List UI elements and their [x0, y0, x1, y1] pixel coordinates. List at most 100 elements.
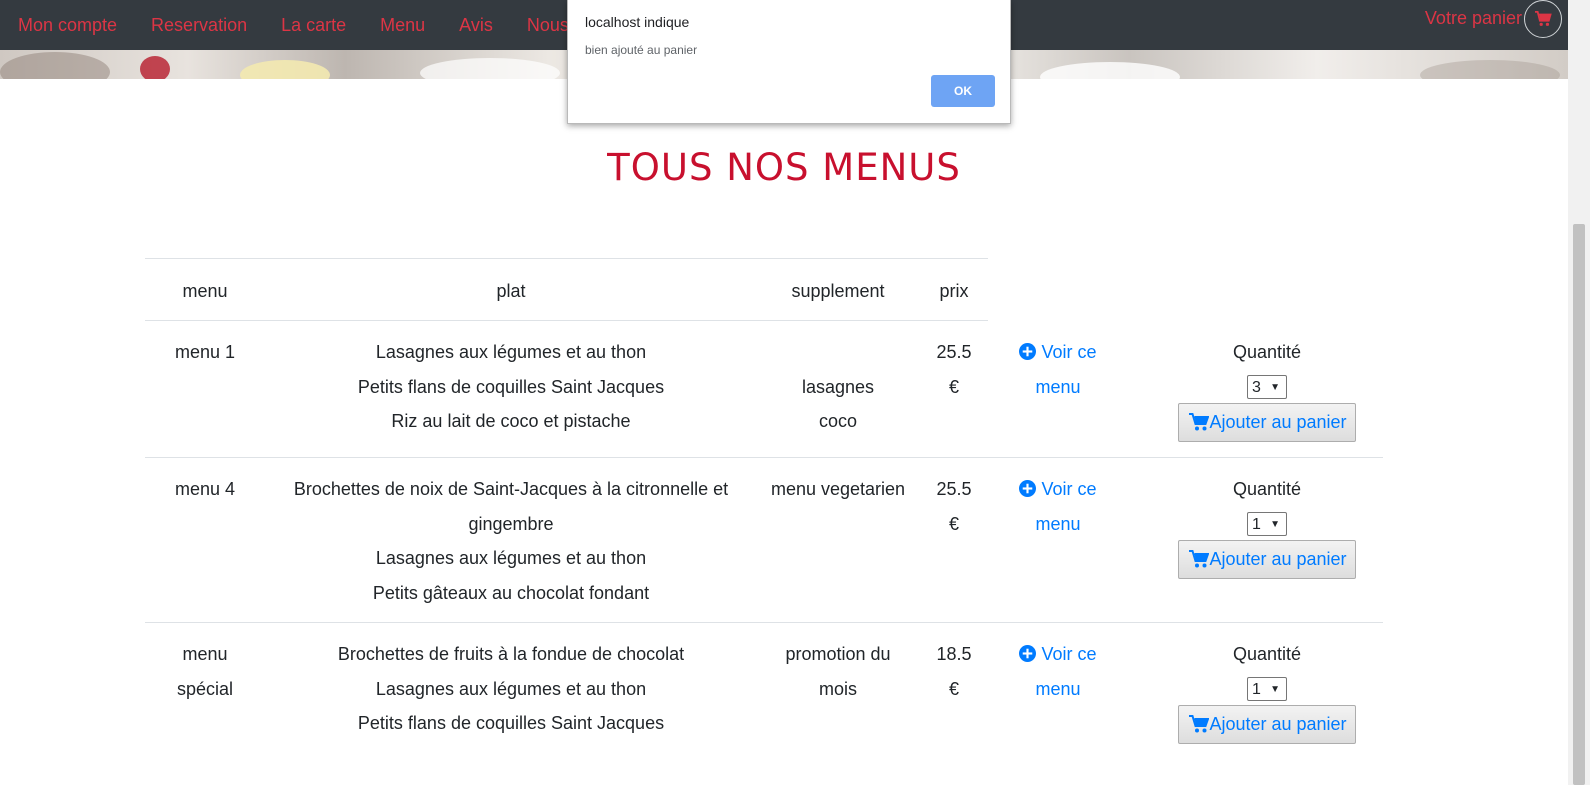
prix-currency: €: [948, 376, 959, 397]
row-quantity: Quantité 1 ▼ Ajouter au panier: [1127, 637, 1407, 745]
voir-label: Voir ce: [1041, 479, 1097, 499]
add-to-cart-button[interactable]: Ajouter au panier: [1178, 402, 1356, 442]
voir-menu-link[interactable]: Voir ce menu: [989, 637, 1127, 706]
row-supplement: lasagnes coco: [757, 335, 919, 439]
vertical-scrollbar[interactable]: [1568, 0, 1590, 785]
voir-line-1: Voir ce: [989, 637, 1127, 672]
cart-link[interactable]: Votre panier: [1425, 8, 1522, 29]
table-header: menu plat supplement prix: [145, 258, 988, 321]
nav-link-mon-compte[interactable]: Mon compte: [18, 15, 117, 36]
voir-label: Voir ce: [1041, 342, 1097, 362]
plat-item: gingembre: [468, 513, 554, 534]
dialog-message: bien ajouté au panier: [585, 43, 698, 57]
plus-circle-icon: [1019, 343, 1037, 360]
cart-button[interactable]: [1524, 0, 1562, 38]
add-to-cart-button[interactable]: Ajouter au panier: [1178, 539, 1356, 579]
quantity-value: 1: [1252, 680, 1261, 698]
plat-item: Riz au lait de coco et pistache: [391, 411, 631, 431]
dropdown-arrow-icon: ▼: [1270, 381, 1280, 393]
quantity-label: Quantité: [1232, 342, 1302, 362]
row-quantity: Quantité 3 ▼ Ajouter au panier: [1127, 335, 1407, 443]
nav-links: Mon compte Reservation La carte Menu Avi…: [0, 0, 583, 50]
supplement-line: [757, 335, 919, 370]
dialog-title: localhost indique: [585, 14, 690, 30]
quantity-label: Quantité: [1232, 479, 1302, 499]
row-plats: Brochettes de noix de Saint-Jacques à la…: [265, 472, 757, 610]
quantity-select[interactable]: 1 ▼: [1247, 676, 1287, 701]
supplement-line: lasagnes: [801, 376, 875, 397]
table-row: menu 1 Lasagnes aux légumes et au thon P…: [145, 321, 1383, 458]
row-quantity: Quantité 1 ▼ Ajouter au panier: [1127, 472, 1407, 580]
quantity-label: Quantité: [1232, 644, 1302, 664]
plat-item: Lasagnes aux légumes et au thon: [375, 548, 647, 568]
voir-label-2: menu: [1035, 513, 1081, 534]
header-menu: menu: [182, 281, 228, 301]
menu-name-line: menu 4: [174, 479, 236, 499]
quantity-select[interactable]: 3 ▼: [1247, 374, 1287, 399]
table-row: menu 4 Brochettes de noix de Saint-Jacqu…: [145, 458, 1383, 623]
supplement-line: mois: [818, 678, 857, 699]
alert-dialog: localhost indique bien ajouté au panier …: [567, 0, 1011, 124]
table-row: menu spécial Brochettes de fruits à la f…: [145, 623, 1383, 763]
cart-icon: [1189, 413, 1210, 431]
menu-name-line: menu 1: [174, 342, 236, 362]
scrollbar-thumb[interactable]: [1573, 224, 1585, 785]
voir-line-1: Voir ce: [989, 472, 1127, 507]
prix-currency: €: [948, 678, 959, 699]
plus-circle-icon: [1019, 645, 1037, 662]
row-prix: 25.5 €: [919, 335, 989, 404]
row-menu-name: menu 4: [145, 472, 265, 507]
quantity-value: 3: [1252, 378, 1261, 396]
plat-item: Brochettes de fruits à la fondue de choc…: [337, 644, 685, 664]
cart-icon: [1189, 715, 1210, 733]
nav-link-menu[interactable]: Menu: [380, 15, 425, 36]
plat-item: Brochettes de noix de Saint-Jacques à la…: [293, 479, 729, 499]
supplement-line: coco: [818, 411, 858, 431]
row-supplement: menu vegetarien: [757, 472, 919, 507]
row-plats: Brochettes de fruits à la fondue de choc…: [265, 637, 757, 741]
plat-item: Lasagnes aux légumes et au thon: [375, 342, 647, 362]
voir-line-1: Voir ce: [989, 335, 1127, 370]
cart-icon: [1189, 550, 1210, 568]
dropdown-arrow-icon: ▼: [1270, 683, 1280, 695]
quantity-select[interactable]: 1 ▼: [1247, 511, 1287, 536]
prix-value: 25.5: [936, 342, 972, 362]
voir-label: Voir ce: [1041, 644, 1097, 664]
add-to-cart-label: Ajouter au panier: [1209, 713, 1347, 734]
row-menu-name: menu spécial: [145, 637, 265, 706]
prix-value: 25.5: [936, 479, 972, 499]
header-supplement: supplement: [791, 281, 885, 301]
row-supplement: promotion du mois: [757, 637, 919, 706]
header-plat: plat: [496, 281, 526, 301]
row-menu-name: menu 1: [145, 335, 265, 370]
plat-item: Petits gâteaux au chocolat fondant: [372, 582, 650, 603]
plat-item: Petits flans de coquilles Saint Jacques: [357, 376, 665, 397]
row-prix: 18.5 €: [919, 637, 989, 706]
plat-item: Petits flans de coquilles Saint Jacques: [357, 713, 665, 733]
voir-menu-link[interactable]: Voir ce menu: [989, 472, 1127, 541]
plat-item: Lasagnes aux légumes et au thon: [375, 678, 647, 699]
supplement-line: promotion du: [785, 644, 891, 664]
voir-menu-link[interactable]: Voir ce menu: [989, 335, 1127, 404]
add-to-cart-button[interactable]: Ajouter au panier: [1178, 704, 1356, 744]
plus-circle-icon: [1019, 480, 1037, 497]
dropdown-arrow-icon: ▼: [1270, 518, 1280, 530]
voir-label-2: menu: [1035, 678, 1081, 699]
nav-link-reservation[interactable]: Reservation: [151, 15, 247, 36]
row-plats: Lasagnes aux légumes et au thon Petits f…: [265, 335, 757, 439]
add-to-cart-label: Ajouter au panier: [1209, 411, 1347, 432]
menus-table: menu plat supplement prix menu 1 Lasagne…: [145, 258, 1383, 763]
page-title: TOUS NOS MENUS: [607, 146, 961, 189]
nav-link-avis[interactable]: Avis: [459, 15, 493, 36]
nav-link-la-carte[interactable]: La carte: [281, 15, 346, 36]
header-prix: prix: [939, 281, 969, 301]
prix-currency: €: [948, 513, 959, 534]
add-to-cart-label: Ajouter au panier: [1209, 548, 1347, 569]
dialog-ok-button[interactable]: OK: [931, 75, 995, 107]
quantity-value: 1: [1252, 515, 1261, 533]
menu-name-line: menu: [182, 644, 228, 664]
supplement-line: menu vegetarien: [770, 479, 906, 499]
menu-name-line: spécial: [176, 678, 234, 699]
cart-icon: [1535, 11, 1552, 26]
voir-label-2: menu: [1035, 376, 1081, 397]
